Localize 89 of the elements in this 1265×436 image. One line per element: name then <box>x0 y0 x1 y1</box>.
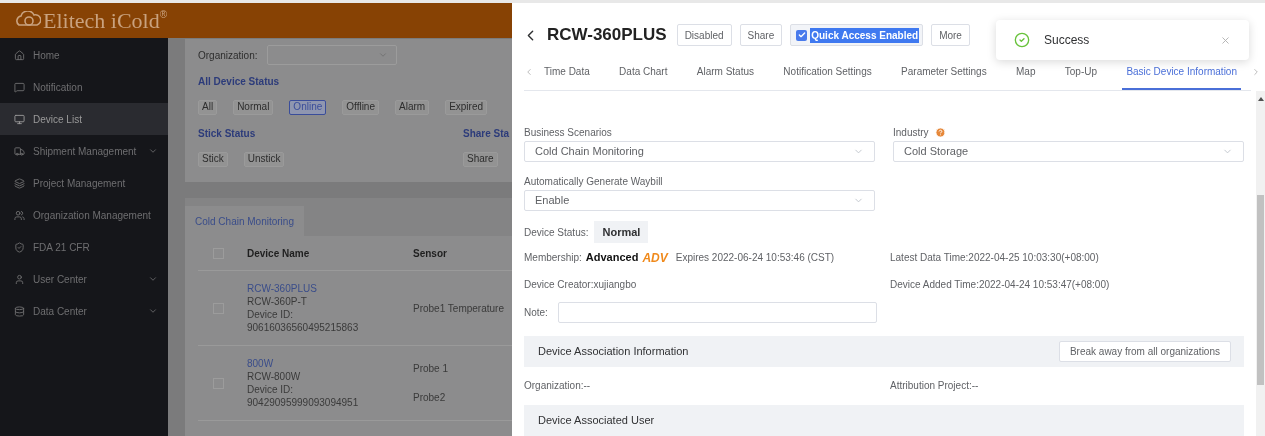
column-header: Sensor <box>413 246 447 261</box>
device-status-tag: Normal <box>594 221 649 244</box>
drawer-tab[interactable]: Time Data <box>540 54 594 90</box>
attribution-project-value: Attribution Project:-- <box>890 379 980 394</box>
device-creator: Device Creator:xujiangbo <box>524 278 637 293</box>
device-id-label: Device ID: <box>247 383 295 396</box>
table-tab[interactable]: Cold Chain Monitoring <box>185 206 304 236</box>
device-id-label: Device ID: <box>247 308 295 321</box>
sensor-name: Probe1 Temperature <box>413 301 504 316</box>
sensor-name: Probe2 <box>413 391 447 405</box>
field-label: Industry <box>893 125 929 140</box>
filter-option[interactable]: Normal <box>233 99 274 115</box>
select-field[interactable]: Cold Chain Monitoring <box>524 141 875 162</box>
sidebar-item[interactable]: User Center <box>0 263 168 295</box>
header-button[interactable]: Disabled <box>676 24 732 46</box>
sidebar-item[interactable]: Home <box>0 39 168 71</box>
filter-group-title: All Device Status <box>198 74 281 89</box>
header-button[interactable]: Share <box>739 24 783 46</box>
break-away-button[interactable]: Break away from all organizations <box>1058 340 1231 362</box>
device-model: RCW-360P-T <box>247 295 308 308</box>
field-label: Automatically Generate Waybill <box>524 174 663 189</box>
filter-group-title: Stick Status <box>198 126 257 141</box>
registered-mark: ® <box>159 8 168 20</box>
drawer-tab[interactable]: Parameter Settings <box>897 54 991 90</box>
membership-level: Advanced <box>585 250 639 266</box>
drawer-tab[interactable]: Basic Device Information <box>1122 54 1241 90</box>
sidebar-item[interactable]: Data Center <box>0 295 168 327</box>
menu-item-icon <box>14 241 25 253</box>
column-header: Device Name <box>247 246 311 261</box>
menu-item-icon <box>14 113 25 125</box>
latest-data-time: Latest Data Time:2022-04-25 10:03:30(+08:00) <box>890 251 1099 266</box>
note-input-field[interactable] <box>557 302 877 324</box>
drawer-tab[interactable]: Map <box>1012 54 1040 90</box>
device-title: RCW-360PLUS <box>547 24 667 47</box>
section-title: Device Association Information <box>538 344 689 360</box>
close-icon[interactable] <box>1220 34 1231 46</box>
filter-option[interactable]: All <box>198 99 218 115</box>
membership-label: Membership: <box>524 251 582 266</box>
sidebar-item[interactable]: Device List <box>0 103 168 135</box>
filter-group-title: Share Sta <box>463 126 510 141</box>
success-check-icon <box>1014 32 1030 48</box>
filter-option[interactable]: Unstick <box>243 151 285 167</box>
organization-select[interactable] <box>267 45 398 65</box>
menu-item-icon <box>14 209 25 221</box>
menu-item-icon <box>14 81 25 93</box>
sidebar-item[interactable]: Project Management <box>0 167 168 199</box>
menu-item-icon <box>14 305 25 317</box>
menu-item-icon <box>14 49 25 61</box>
drawer-tab[interactable]: Top-Up <box>1060 54 1102 90</box>
scroll-right-icon[interactable] <box>1251 67 1261 77</box>
filter-option[interactable]: Alarm <box>395 99 430 115</box>
header-button[interactable]: More <box>931 24 970 46</box>
filter-option[interactable]: Share <box>463 151 498 167</box>
menu-item-icon <box>14 273 25 285</box>
toast-message: Success <box>1044 32 1091 49</box>
organization-label: Organization: <box>198 48 258 63</box>
device-id: 90616036560495215863 <box>247 321 360 334</box>
select-field[interactable]: Enable <box>524 190 875 211</box>
note-label: Note: <box>524 306 548 321</box>
device-name-link[interactable]: 800W <box>247 357 413 370</box>
sidebar-item[interactable]: Organization Management <box>0 199 168 231</box>
sidebar-item[interactable]: Notification <box>0 71 168 103</box>
filter-option[interactable]: Online <box>289 99 327 115</box>
menu-item-icon <box>14 177 25 189</box>
drawer-tab[interactable]: Notification Settings <box>779 54 876 90</box>
device-status-label: Device Status: <box>524 225 589 240</box>
drawer-tab[interactable]: Data Chart <box>615 54 672 90</box>
field-label: Business Scenarios <box>524 125 612 140</box>
filter-option[interactable]: Expired <box>445 99 488 115</box>
membership-expiry: Expires 2022-06-24 10:53:46 (CST) <box>675 251 835 266</box>
drawer-tab[interactable]: Alarm Status <box>692 54 759 90</box>
device-model: RCW-800W <box>247 370 302 383</box>
membership-tier-text: ADV <box>642 249 668 267</box>
help-icon <box>934 126 946 138</box>
brand-name: Elitech iCold <box>43 9 160 32</box>
menu-item-icon <box>14 145 25 157</box>
filter-option[interactable]: Stick <box>198 151 228 167</box>
filter-option[interactable]: Offline <box>342 99 379 115</box>
sidebar-item[interactable]: Shipment Management <box>0 135 168 167</box>
sensor-name: Probe 1 <box>413 362 449 376</box>
quick-access-checkbox[interactable]: Quick Access Enabled <box>790 24 924 46</box>
section-title: Device Associated User <box>538 413 655 429</box>
organization-value: Organization:-- <box>524 379 592 394</box>
select-field[interactable]: Cold Storage <box>893 141 1244 162</box>
sidebar-item[interactable]: FDA 21 CFR <box>0 231 168 263</box>
device-id: 90429095999093094951 <box>247 396 360 409</box>
scroll-left-icon[interactable] <box>524 67 534 77</box>
device-name-link[interactable]: RCW-360PLUS <box>247 282 413 295</box>
device-added-time: Device Added Time:2022-04-24 10:53:47(+08:00) <box>890 278 1110 293</box>
